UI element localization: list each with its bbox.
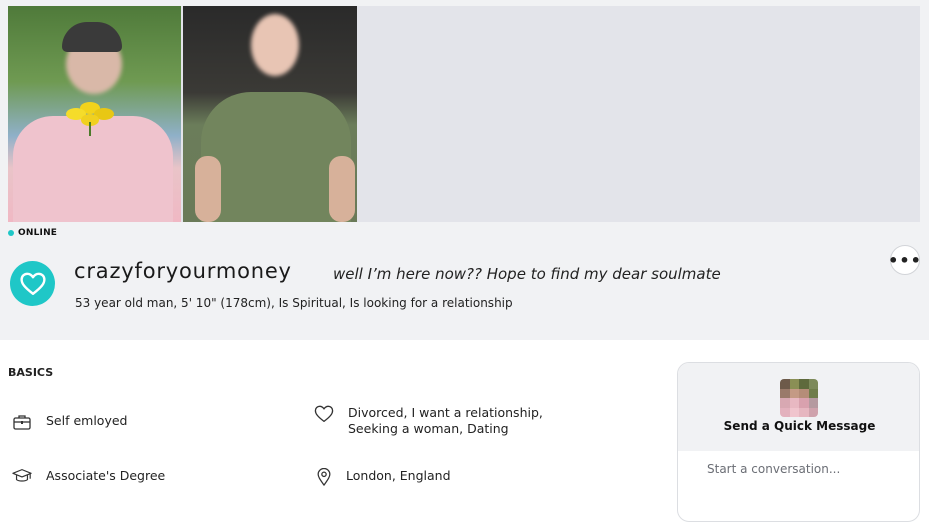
profile-header: ONLINE crazyforyourmoney well I’m here n… — [0, 0, 929, 340]
online-status-label: ONLINE — [18, 228, 58, 238]
profile-photo-2[interactable] — [183, 6, 357, 222]
online-dot-icon — [8, 230, 14, 236]
basics-heading: BASICS — [8, 366, 54, 379]
graduation-cap-icon — [12, 469, 32, 482]
relationship-line-1: Divorced, I want a relationship, — [348, 405, 543, 420]
quick-message-card: Send a Quick Message — [677, 362, 920, 522]
briefcase-icon — [13, 415, 31, 430]
avatar — [780, 379, 818, 417]
quick-message-title: Send a Quick Message — [723, 419, 876, 433]
profile-username: crazyforyourmoney — [74, 259, 292, 283]
basic-item-education: Associate's Degree — [12, 468, 165, 484]
profile-summary: 53 year old man, 5' 10" (178cm), Is Spir… — [75, 296, 513, 310]
ellipsis-icon: ••• — [888, 250, 922, 270]
online-status: ONLINE — [8, 228, 57, 238]
flower-illustration — [66, 102, 114, 136]
more-options-button[interactable]: ••• — [888, 245, 922, 275]
basic-item-location: London, England — [316, 468, 451, 486]
like-button[interactable] — [10, 261, 55, 306]
relationship-line-2: Seeking a woman, Dating — [348, 421, 509, 436]
basic-item-employment: Self emloyed — [12, 413, 127, 431]
heart-outline-icon — [314, 405, 334, 423]
education-text: Associate's Degree — [46, 468, 166, 483]
heart-icon — [19, 272, 46, 295]
location-pin-icon — [317, 468, 331, 486]
photo-strip — [8, 6, 920, 222]
location-text: London, England — [346, 468, 451, 483]
profile-tagline: well I’m here now?? Hope to find my dear… — [333, 265, 721, 283]
employment-text: Self emloyed — [46, 413, 128, 428]
basic-item-relationship: Divorced, I want a relationship, Seeking… — [314, 405, 543, 437]
quick-message-input[interactable] — [686, 457, 911, 481]
profile-photo-1[interactable] — [8, 6, 181, 222]
